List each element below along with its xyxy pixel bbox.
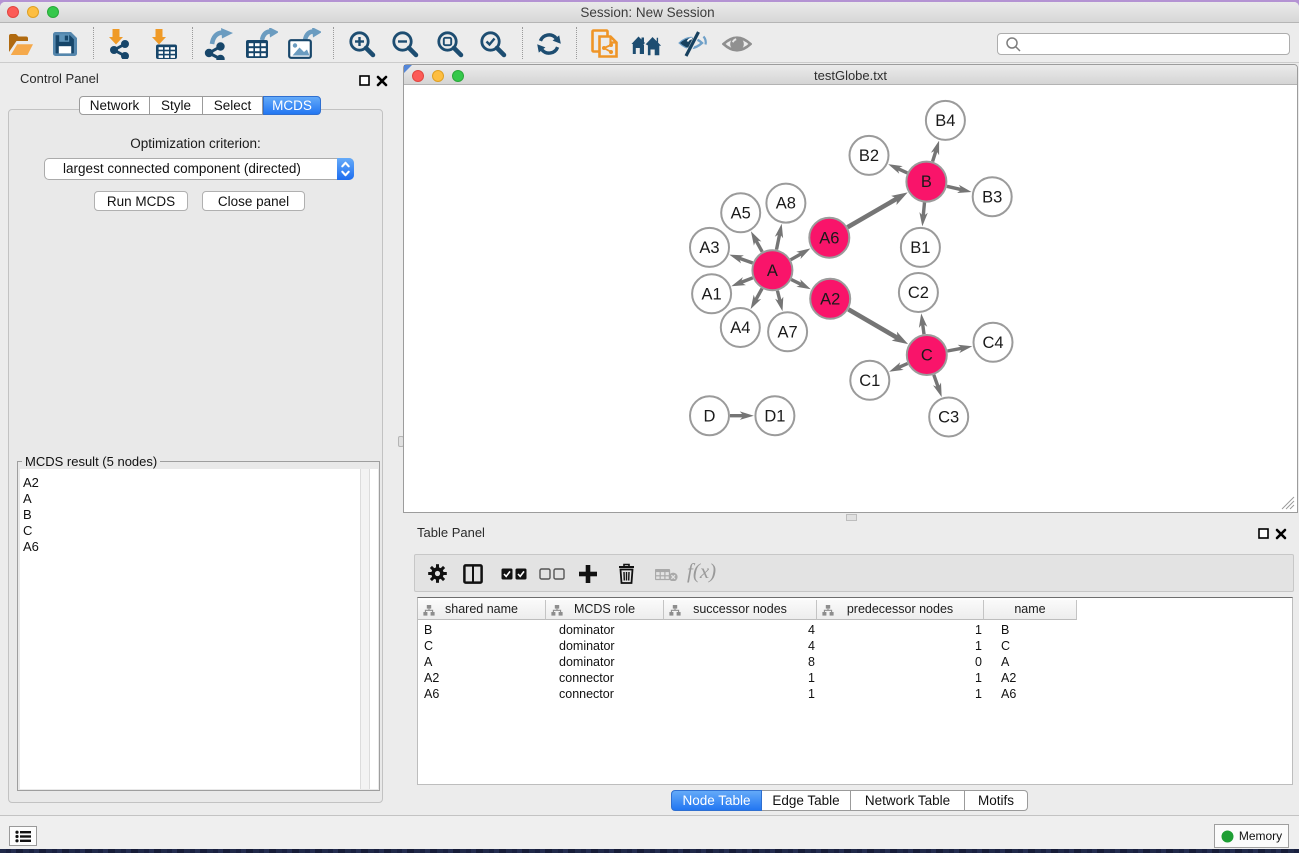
svg-text:A3: A3 [699,239,719,257]
svg-text:B2: B2 [859,147,879,165]
svg-text:C2: C2 [908,284,929,302]
svg-text:A8: A8 [776,195,796,213]
svg-text:B3: B3 [982,188,1002,206]
svg-text:C1: C1 [859,372,880,390]
svg-text:A4: A4 [730,319,750,337]
svg-text:A: A [767,262,778,280]
svg-text:A1: A1 [702,285,722,303]
svg-text:D1: D1 [764,407,785,425]
svg-text:A5: A5 [731,204,751,222]
svg-text:A2: A2 [820,290,840,308]
svg-text:C4: C4 [982,334,1003,352]
svg-text:B: B [921,173,932,191]
svg-text:C3: C3 [938,409,959,427]
svg-text:B1: B1 [910,239,930,257]
svg-text:C: C [921,347,933,365]
svg-text:B4: B4 [935,112,955,130]
svg-text:A6: A6 [819,229,839,247]
svg-text:A7: A7 [778,323,798,341]
svg-text:D: D [704,407,716,425]
